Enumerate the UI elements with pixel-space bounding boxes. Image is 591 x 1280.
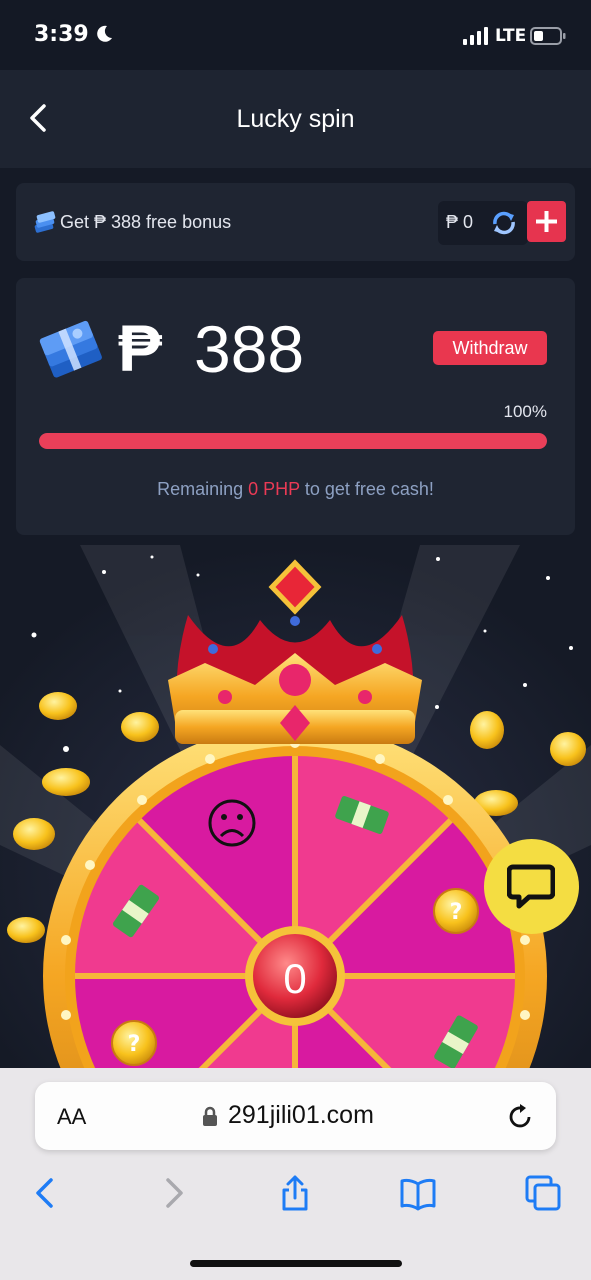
remaining-text: Remaining 0 PHP to get free cash! — [16, 479, 575, 500]
progress-fill — [39, 433, 547, 449]
balance-value: ₱ 0 — [446, 212, 474, 232]
spin-center-value: 0 — [283, 955, 306, 1002]
signal-icon — [463, 27, 488, 45]
bookmarks-icon[interactable] — [399, 1174, 437, 1212]
address-bar[interactable]: AA 291jili01.com — [35, 1082, 556, 1150]
mystery-coin-icon: ? — [433, 888, 479, 934]
progress-percent: 100% — [503, 402, 547, 421]
refresh-icon[interactable] — [490, 210, 518, 236]
cash-amount: 388 — [194, 312, 305, 386]
reload-icon[interactable] — [508, 1103, 534, 1131]
progress-bar — [39, 433, 547, 449]
text-size-button[interactable]: AA — [57, 1104, 86, 1130]
forward-icon[interactable] — [154, 1174, 192, 1212]
cash-bundle-icon — [39, 320, 102, 378]
bonus-bar: Get ₱ 388 free bonus ₱ 0 — [16, 183, 575, 261]
url-text: 291jili01.com — [228, 1101, 374, 1129]
lock-icon — [203, 1106, 217, 1126]
svg-text:?: ? — [128, 1032, 141, 1057]
battery-icon — [530, 27, 566, 45]
moon-icon — [97, 25, 112, 42]
back-icon[interactable] — [27, 1174, 65, 1212]
svg-text:?: ? — [450, 900, 463, 925]
balance-display: ₱ 0 — [438, 201, 528, 245]
remaining-amount: 0 PHP — [248, 479, 300, 499]
wheel-illustration: ? ? 0 — [0, 545, 591, 1085]
cash-card: ₱ 388 Withdraw 100% Remaining 0 PHP to g… — [16, 278, 575, 535]
tabs-icon[interactable] — [524, 1174, 562, 1212]
remaining-prefix: Remaining — [157, 479, 249, 499]
nav-header: Lucky spin — [0, 70, 591, 168]
share-icon[interactable] — [276, 1174, 314, 1212]
chat-support-button[interactable] — [484, 839, 579, 934]
page-title: Lucky spin — [236, 105, 355, 133]
home-indicator — [190, 1260, 402, 1267]
wheel-area: ? ? 0 — [0, 545, 591, 1085]
remaining-suffix: to get free cash! — [299, 479, 434, 499]
add-funds-button[interactable] — [527, 201, 566, 242]
bonus-text: Get ₱ 388 free bonus — [60, 212, 232, 232]
withdraw-button[interactable]: Withdraw — [433, 331, 547, 365]
status-bar: 3:39 LTE — [0, 0, 591, 70]
currency-symbol: ₱ — [118, 311, 163, 385]
mystery-coin-icon: ? — [111, 1020, 157, 1066]
network-type: LTE — [495, 26, 527, 46]
plus-icon — [536, 211, 557, 232]
status-time: 3:39 — [34, 22, 89, 47]
chat-bubble-icon — [507, 864, 555, 909]
cash-stack-icon — [34, 211, 56, 233]
